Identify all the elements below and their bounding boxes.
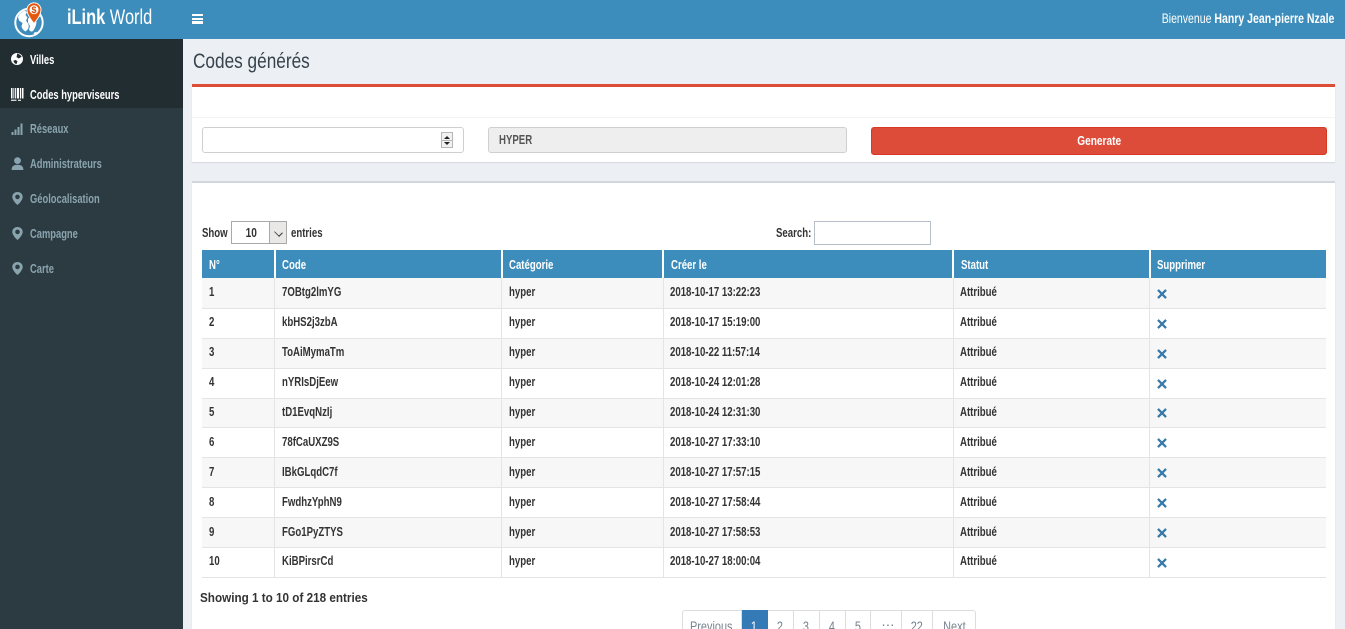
svg-text:$: $ xyxy=(31,5,36,15)
